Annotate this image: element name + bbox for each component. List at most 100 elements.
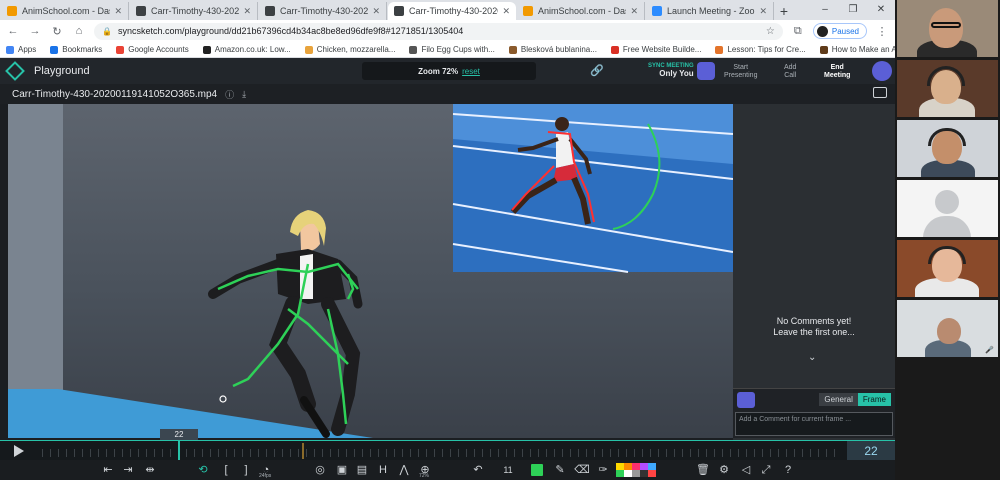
syncsketch-logo-icon[interactable] (5, 61, 25, 81)
start-presenting-button[interactable]: Start Presenting (724, 64, 757, 80)
participant-tile-4[interactable] (897, 180, 998, 237)
hide-annotations-icon[interactable]: ◎ (312, 463, 328, 477)
bookmark-item[interactable]: Blesková bublanina... (508, 45, 597, 54)
eyedropper-icon[interactable]: ✑ (595, 463, 611, 477)
bookmark-favicon-icon (116, 45, 125, 54)
eraser-icon[interactable]: ⌫ (574, 463, 590, 477)
current-color-swatch[interactable] (531, 464, 543, 476)
profile-button[interactable]: Paused (812, 23, 867, 39)
trash-icon[interactable]: 🗑 (695, 463, 711, 477)
frame-counter[interactable]: 22 (847, 441, 895, 461)
color-palette[interactable] (616, 463, 656, 477)
tab-frame[interactable]: Frame (857, 393, 891, 406)
pen-icon[interactable]: ✎ (552, 463, 568, 477)
palette-color-swatch[interactable] (624, 463, 632, 470)
participant-tile-2[interactable] (897, 60, 998, 117)
user-avatar[interactable] (697, 62, 715, 80)
home-icon[interactable]: ⌂ (72, 25, 86, 37)
play-icon[interactable] (14, 445, 24, 457)
palette-color-swatch[interactable] (624, 470, 632, 477)
bookmark-item[interactable]: Google Accounts (116, 45, 189, 54)
help-icon[interactable]: ? (780, 463, 796, 477)
playhead-marker[interactable] (178, 441, 180, 461)
undo-icon[interactable]: ↶ (470, 463, 486, 477)
volume-icon[interactable]: ◁ (738, 463, 754, 477)
flip-horizontal-icon[interactable]: H (375, 463, 391, 477)
step-count[interactable]: 11 (500, 463, 516, 477)
bookmark-item[interactable]: Bookmarks (50, 45, 102, 54)
bookmark-item[interactable]: Apps (6, 45, 36, 54)
url-field[interactable]: 🔒 syncsketch.com/playground/dd21b67396cd… (94, 22, 783, 40)
in-point-icon[interactable]: [ (218, 463, 234, 477)
mirror-icon[interactable]: ⋀ (396, 463, 412, 477)
palette-color-swatch[interactable] (640, 463, 648, 470)
fit-range-icon[interactable]: ⇹ (142, 463, 158, 477)
menu-icon[interactable]: ⋮ (875, 25, 889, 38)
close-tab-icon[interactable]: ✕ (630, 6, 638, 17)
palette-color-swatch[interactable] (648, 463, 656, 470)
no-comments-line1: No Comments yet! (776, 316, 852, 326)
account-avatar[interactable] (872, 61, 892, 81)
extension-icon[interactable]: ⧉ (791, 25, 805, 38)
bookmark-item[interactable]: Free Website Builde... (610, 45, 701, 54)
playhead-frame-label[interactable]: 22 (160, 429, 198, 440)
participant-tile-1[interactable] (897, 0, 998, 57)
video-viewport[interactable] (8, 104, 733, 438)
participant-tile-3[interactable] (897, 120, 998, 177)
bookmark-item[interactable]: Lesson: Tips for Cre... (715, 45, 806, 54)
keyframe-marker[interactable] (302, 443, 304, 459)
browser-tab[interactable]: AnimSchool.com - Dashboa... ✕ (1, 2, 129, 20)
browser-tab[interactable]: AnimSchool.com - Dashboa... ✕ (517, 2, 645, 20)
close-window-button[interactable]: ✕ (867, 0, 895, 20)
bookmark-item[interactable]: Chicken, mozzarella... (304, 45, 395, 54)
browser-tab[interactable]: Carr-Timothy-430-20200119...✕ (388, 2, 516, 20)
forward-icon[interactable]: → (28, 25, 42, 37)
loop-icon[interactable]: ⟲ (195, 463, 211, 477)
lock-tool-icon[interactable]: ▣ (334, 463, 350, 477)
browser-tab[interactable]: Launch Meeting - Zoom ✕ (646, 2, 774, 20)
bookmark-item[interactable]: How to Make an A... (819, 45, 903, 54)
participant-tile-5[interactable] (897, 240, 998, 297)
maximize-button[interactable]: ❐ (839, 0, 867, 20)
browser-tab[interactable]: Carr-Timothy-430-20200119...✕ (259, 2, 387, 20)
star-icon[interactable]: ☆ (766, 26, 775, 37)
gear-icon[interactable]: ⚙ (716, 463, 732, 477)
palette-color-swatch[interactable] (640, 470, 648, 477)
palette-color-swatch[interactable] (648, 470, 656, 477)
new-tab-button[interactable]: + (774, 2, 794, 20)
bookmark-item[interactable]: Filo Egg Cups with... (409, 45, 495, 54)
next-frame-icon[interactable]: ⇥ (120, 463, 136, 477)
info-icon[interactable]: ⓘ (225, 88, 234, 101)
close-tab-icon[interactable]: ✕ (114, 6, 122, 17)
download-icon[interactable]: ⤓ (242, 89, 246, 100)
chat-icon[interactable] (873, 87, 887, 98)
film-strip-icon[interactable]: ▤ (354, 463, 370, 477)
bookmark-item[interactable]: Amazon.co.uk: Low... (202, 45, 291, 54)
add-call-button[interactable]: Add Call (784, 64, 796, 80)
out-point-icon[interactable]: ] (238, 463, 254, 477)
minimize-button[interactable]: – (811, 0, 839, 20)
share-link-icon[interactable]: 🔗 (590, 64, 604, 77)
timeline[interactable]: 22 22 (0, 429, 895, 461)
palette-color-swatch[interactable] (616, 463, 624, 470)
fps-label: 24fps (259, 473, 272, 479)
tab-general[interactable]: General (819, 393, 858, 406)
browser-tab[interactable]: Carr-Timothy-430-20200119...✕ (130, 2, 258, 20)
palette-color-swatch[interactable] (632, 470, 640, 477)
palette-color-swatch[interactable] (632, 463, 640, 470)
bookmark-favicon-icon (610, 45, 619, 54)
end-meeting-button[interactable]: End Meeting (824, 64, 850, 80)
reload-icon[interactable]: ↻ (50, 25, 64, 38)
close-tab-icon[interactable]: ✕ (502, 6, 510, 17)
palette-color-swatch[interactable] (616, 470, 624, 477)
fullscreen-icon[interactable]: ⤢ (758, 463, 774, 477)
close-tab-icon[interactable]: ✕ (372, 6, 380, 17)
chevron-down-icon[interactable]: ⌄ (808, 352, 816, 363)
first-frame-icon[interactable]: ⇤ (100, 463, 116, 477)
comment-input[interactable]: Add a Comment for current frame ... (735, 412, 893, 436)
zoom-reset-link[interactable]: reset (462, 67, 480, 76)
close-tab-icon[interactable]: ✕ (243, 6, 251, 17)
back-icon[interactable]: ← (6, 25, 20, 37)
participant-tile-6[interactable]: 🎤 (897, 300, 998, 357)
close-tab-icon[interactable]: ✕ (759, 6, 767, 17)
